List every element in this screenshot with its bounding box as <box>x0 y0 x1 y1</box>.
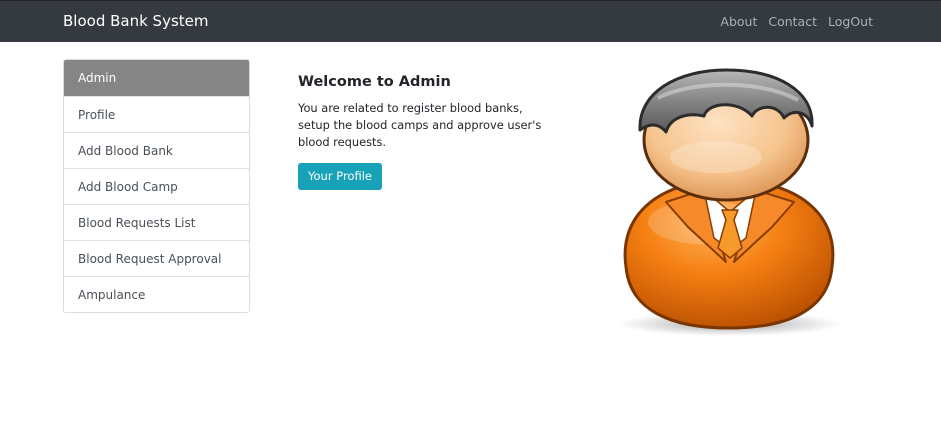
nav-logout-link[interactable]: LogOut <box>828 14 873 29</box>
sidebar-item-ampulance[interactable]: Ampulance <box>64 276 249 312</box>
page-title: Welcome to Admin <box>298 74 451 90</box>
brand-link[interactable]: Blood Bank System <box>63 12 208 30</box>
welcome-description: You are related to register blood banks,… <box>298 101 542 149</box>
sidebar-menu: Admin Profile Add Blood Bank Add Blood C… <box>63 59 250 313</box>
nav-contact-link[interactable]: Contact <box>768 14 817 29</box>
nav-about-link[interactable]: About <box>720 14 757 29</box>
nav-links: About Contact LogOut <box>720 14 873 29</box>
admin-user-avatar-icon <box>618 68 842 336</box>
sidebar-item-add-blood-camp[interactable]: Add Blood Camp <box>64 168 249 204</box>
welcome-panel: Welcome to Admin You are related to regi… <box>298 74 548 190</box>
sidebar-item-blood-request-approval[interactable]: Blood Request Approval <box>64 240 249 276</box>
sidebar-item-admin[interactable]: Admin <box>64 60 249 96</box>
sidebar-item-add-blood-bank[interactable]: Add Blood Bank <box>64 132 249 168</box>
sidebar-item-profile[interactable]: Profile <box>64 96 249 132</box>
navbar: Blood Bank System About Contact LogOut <box>0 0 941 42</box>
sidebar-item-blood-requests-list[interactable]: Blood Requests List <box>64 204 249 240</box>
your-profile-button[interactable]: Your Profile <box>298 163 382 190</box>
